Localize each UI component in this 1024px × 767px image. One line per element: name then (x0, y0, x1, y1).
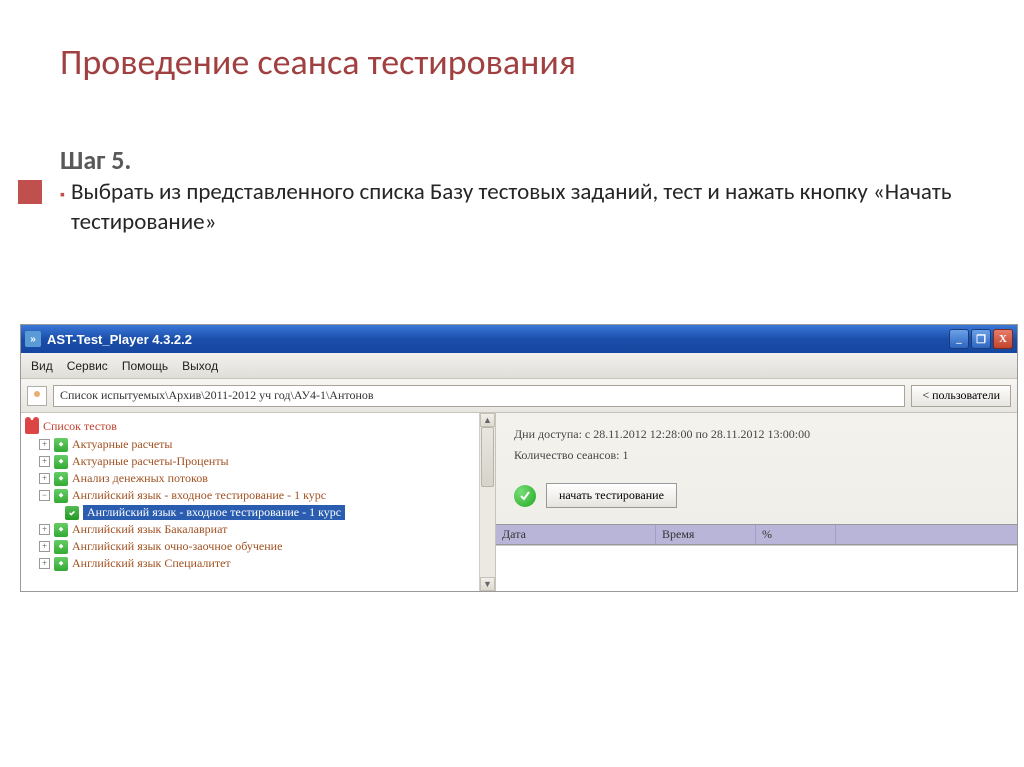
menubar: Вид Сервис Помощь Выход (21, 353, 1017, 379)
col-percent[interactable]: % (756, 525, 836, 544)
expander-icon[interactable]: + (39, 541, 50, 552)
user-icon (27, 386, 47, 406)
tests-tree: Список тестов + Актуарные расчеты + Акту… (21, 413, 496, 591)
pathbar: < пользователи (21, 379, 1017, 413)
test-icon (65, 506, 79, 520)
window-title: AST-Test_Player 4.3.2.2 (47, 332, 949, 347)
details-pane: Дни доступа: с 28.11.2012 12:28:00 по 28… (496, 413, 1017, 591)
tree-item[interactable]: + Английский язык очно-заочное обучение (25, 538, 491, 555)
menu-view[interactable]: Вид (31, 359, 53, 373)
folder-icon (54, 489, 68, 503)
access-days-label: Дни доступа: с 28.11.2012 12:28:00 по 28… (514, 427, 999, 442)
menu-exit[interactable]: Выход (182, 359, 218, 373)
sessions-count-label: Количество сеансов: 1 (514, 448, 999, 463)
tree-item-label: Английский язык - входное тестирование -… (83, 505, 345, 520)
step-heading: Шаг 5. (0, 94, 1024, 178)
folder-icon (54, 540, 68, 554)
tree-root-icon (25, 420, 39, 434)
app-window: » AST-Test_Player 4.3.2.2 _ ❐ X Вид Серв… (20, 324, 1018, 592)
tree-item-label: Актуарные расчеты (72, 437, 172, 452)
expander-icon[interactable]: − (39, 490, 50, 501)
tree-item[interactable]: + Английский язык Специалитет (25, 555, 491, 572)
slide-title: Проведение сеанса тестирования (0, 0, 1024, 94)
bullet-icon: ▪ (60, 186, 65, 203)
menu-service[interactable]: Сервис (67, 359, 108, 373)
tree-item[interactable]: + Актуарные расчеты (25, 436, 491, 453)
tree-item[interactable]: + Актуарные расчеты-Проценты (25, 453, 491, 470)
maximize-button[interactable]: ❐ (971, 329, 991, 349)
tree-item-label: Анализ денежных потоков (72, 471, 208, 486)
expander-icon[interactable]: + (39, 524, 50, 535)
users-button[interactable]: < пользователи (911, 385, 1011, 407)
expander-icon[interactable]: + (39, 439, 50, 450)
expander-icon[interactable]: + (39, 558, 50, 569)
close-button[interactable]: X (993, 329, 1013, 349)
col-time[interactable]: Время (656, 525, 756, 544)
minimize-button[interactable]: _ (949, 329, 969, 349)
start-testing-button[interactable]: начать тестирование (546, 483, 677, 508)
accent-bar (18, 180, 42, 204)
tree-item-label: Английский язык Специалитет (72, 556, 231, 571)
tree-item-selected[interactable]: Английский язык - входное тестирование -… (25, 504, 491, 521)
folder-icon (54, 523, 68, 537)
check-icon (514, 485, 536, 507)
tree-root-label: Список тестов (43, 419, 117, 434)
folder-icon (54, 557, 68, 571)
scroll-thumb[interactable] (481, 427, 494, 487)
app-icon: » (25, 331, 41, 347)
tree-item-label: Английский язык Бакалавриат (72, 522, 227, 537)
tree-item-label: Английский язык - входное тестирование -… (72, 488, 326, 503)
scroll-up-icon[interactable]: ▲ (480, 413, 495, 427)
menu-help[interactable]: Помощь (122, 359, 168, 373)
tree-item-label: Актуарные расчеты-Проценты (72, 454, 229, 469)
tree-item-label: Английский язык очно-заочное обучение (72, 539, 282, 554)
step-text: Выбрать из представленного списка Базу т… (71, 178, 964, 238)
titlebar: » AST-Test_Player 4.3.2.2 _ ❐ X (21, 325, 1017, 353)
expander-icon[interactable]: + (39, 456, 50, 467)
folder-icon (54, 455, 68, 469)
expander-icon[interactable]: + (39, 473, 50, 484)
folder-icon (54, 438, 68, 452)
folder-icon (54, 472, 68, 486)
col-date[interactable]: Дата (496, 525, 656, 544)
tree-item[interactable]: + Анализ денежных потоков (25, 470, 491, 487)
path-input[interactable] (53, 385, 905, 407)
scroll-down-icon[interactable]: ▼ (480, 577, 495, 591)
tree-item[interactable]: − Английский язык - входное тестирование… (25, 487, 491, 504)
scrollbar[interactable]: ▲ ▼ (479, 413, 495, 591)
tree-item[interactable]: + Английский язык Бакалавриат (25, 521, 491, 538)
results-grid-body (496, 545, 1017, 591)
results-grid-header: Дата Время % (496, 524, 1017, 545)
